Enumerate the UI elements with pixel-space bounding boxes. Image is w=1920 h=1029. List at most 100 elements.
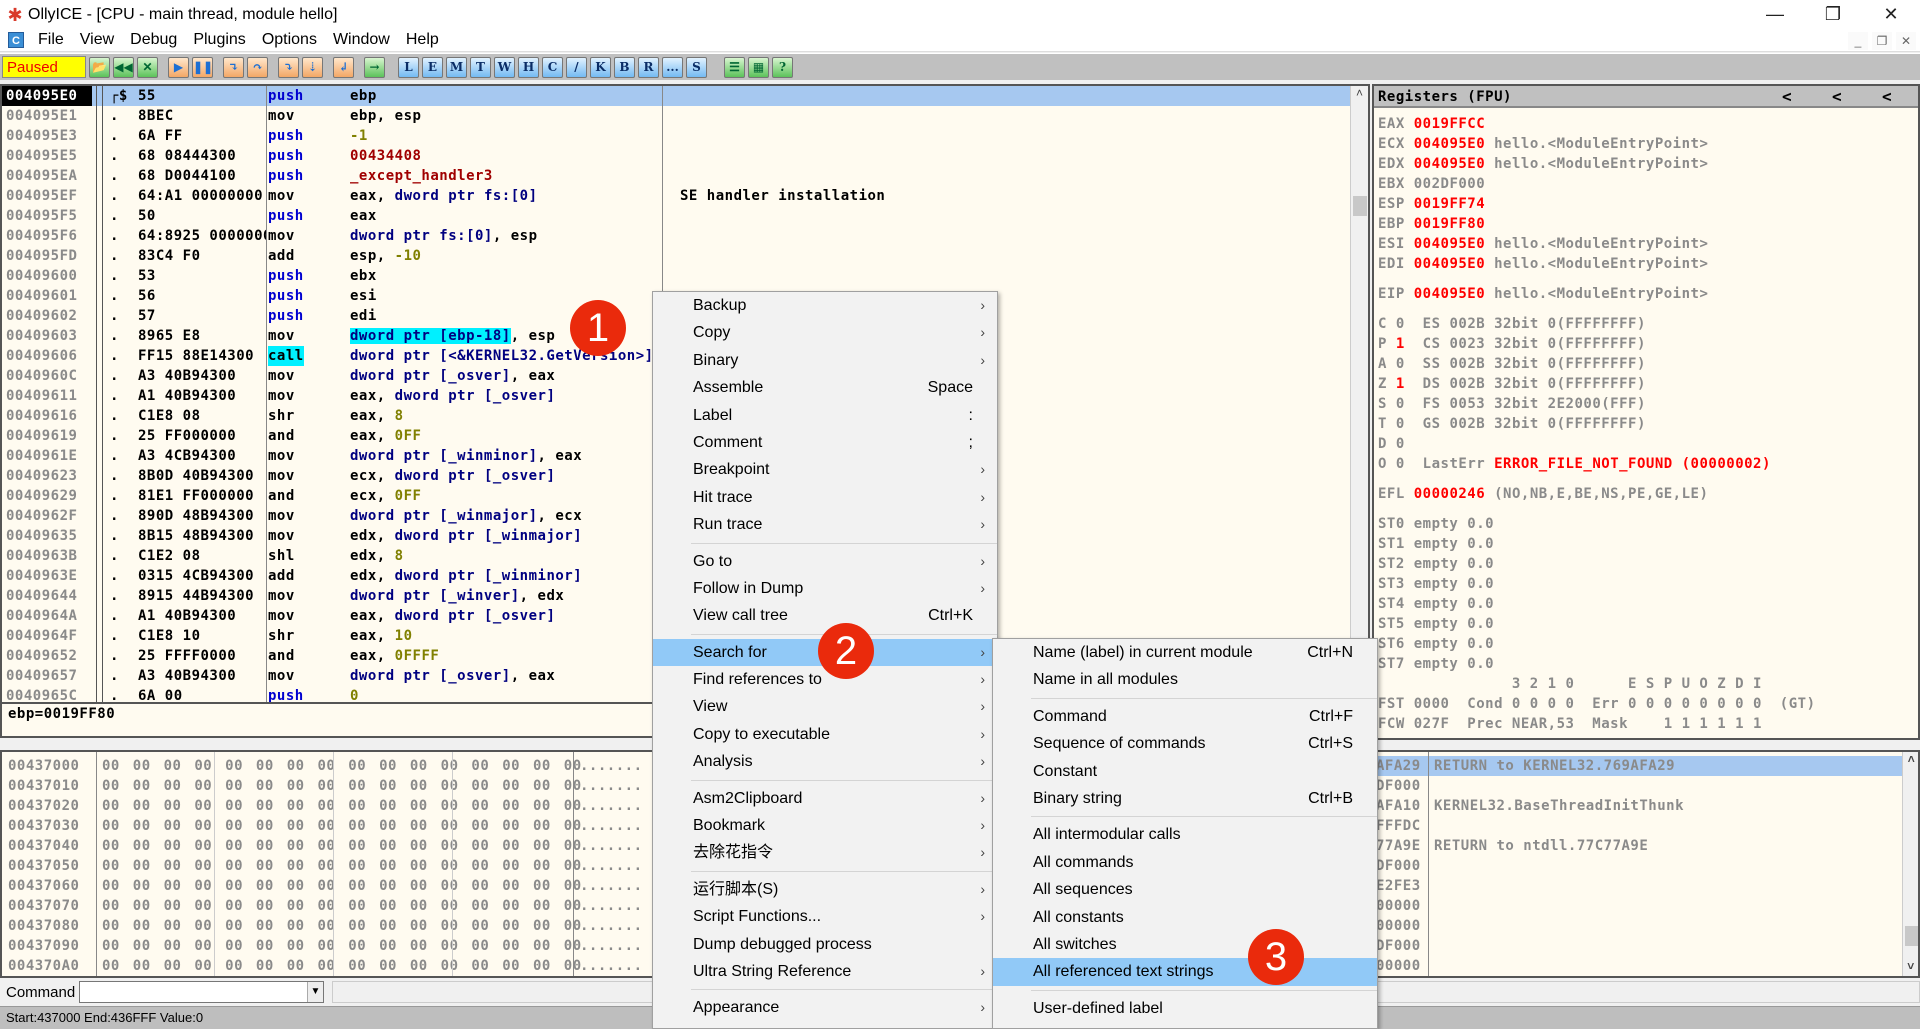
submenu-item-all-intermodular-calls[interactable]: All intermodular calls [993,821,1377,848]
stack-row[interactable]: DF000 [1374,856,1902,876]
pause-button[interactable]: ❚❚ [192,56,213,78]
goto-button[interactable]: → [364,56,385,78]
restore-button[interactable]: ❐ [1804,0,1862,29]
execute-till-return-button[interactable]: ↲ [333,56,354,78]
step-over-button[interactable]: ↷ [247,56,268,78]
fpu-header-row[interactable]: 3 2 1 0 E S P U O Z D I [1378,674,1762,694]
disasm-row[interactable]: 004095F5. 50 push eax [2,206,1352,226]
menu-item-breakpoint[interactable]: Breakpoint › [653,456,997,483]
register-row[interactable]: EAX 0019FFCC [1378,114,1494,134]
flag-row[interactable]: P 1 CS 0023 32bit 0(FFFFFFFF) [1378,334,1646,354]
stack-row[interactable]: 77A9E RETURN to ntdll.77C77A9E [1374,836,1902,856]
menu-item-analysis[interactable]: Analysis › [653,748,997,775]
menu-item-view[interactable]: View › [653,693,997,720]
flag-row[interactable]: S 0 FS 0053 32bit 2E2000(FFF) [1378,394,1646,414]
registers-header[interactable]: Registers (FPU) < < < [1374,86,1918,108]
fst-row[interactable]: FST 0000 Cond 0 0 0 0 Err 0 0 0 0 0 0 0 … [1378,694,1816,714]
disasm-row[interactable]: 004095E1. 8BEC mov ebp, esp [2,106,1352,126]
menu-item-backup[interactable]: Backup › [653,292,997,319]
window-button-h[interactable]: H [518,56,539,78]
menu-item-dump-debugged-process[interactable]: Dump debugged process [653,931,997,958]
disasm-row[interactable]: 004095E3. 6A FF push -1 [2,126,1352,146]
fpu-row[interactable]: ST3 empty 0.0 [1378,574,1494,594]
submenu-item-constant[interactable]: Constant [993,758,1377,785]
stack-row[interactable]: AFA10 KERNEL32.BaseThreadInitThunk [1374,796,1902,816]
window-button-l[interactable]: L [398,56,419,78]
submenu-item-name-in-all-modules[interactable]: Name in all modules [993,666,1377,693]
mdi-close-button[interactable]: ✕ [1896,32,1916,50]
submenu-item-binary-string[interactable]: Binary string Ctrl+B [993,785,1377,812]
chevron-left-icon[interactable]: < [1882,86,1892,108]
stack-row[interactable]: DF000 [1374,776,1902,796]
disasm-row[interactable]: 004095F6. 64:8925 00000000mov dword ptr fs… [2,226,1352,246]
menu-item-ultra-string-reference[interactable]: Ultra String Reference › [653,958,997,985]
menu-item-run-trace[interactable]: Run trace › [653,511,997,538]
disasm-row[interactable]: 004095E0 ┌$ 55 push ebp [2,86,1352,106]
menu-options[interactable]: Options [254,31,325,49]
list-button[interactable]: ☰ [724,56,745,78]
menu-item-item-3-2[interactable]: 去除花指令 › [653,839,997,866]
submenu-item-all-constants[interactable]: All constants [993,904,1377,931]
scroll-thumb[interactable] [1353,196,1367,216]
scroll-up-icon[interactable]: ˄ [1351,86,1368,100]
trace-over-button[interactable]: ⇣ [302,56,323,78]
register-row[interactable]: ESP 0019FF74 [1378,194,1494,214]
menu-help[interactable]: Help [398,31,447,49]
register-row[interactable]: ESI 004095E0 hello.<ModuleEntryPoint> [1378,234,1708,254]
memory-dump-pane[interactable]: 00437000 00 00 00 00 00 00 00 00 00 00 00… [0,750,660,978]
fpu-row[interactable]: ST0 empty 0.0 [1378,514,1494,534]
window-button-more[interactable]: ... [662,56,683,78]
menu-item-hit-trace[interactable]: Hit trace › [653,484,997,511]
window-button-w[interactable]: W [494,56,515,78]
submenu-item-all-referenced-text-strings[interactable]: All referenced text strings [993,958,1377,986]
menu-item-copy[interactable]: Copy › [653,319,997,346]
stack-scrollbar[interactable]: ˄ ˅ [1902,752,1918,976]
stack-row[interactable]: 00000 [1374,896,1902,916]
menu-item-script-functions[interactable]: Script Functions... › [653,903,997,930]
stack-row[interactable]: DF000 [1374,936,1902,956]
register-row[interactable]: EDI 004095E0 hello.<ModuleEntryPoint> [1378,254,1708,274]
chevron-left-icon[interactable]: < [1782,86,1792,108]
menu-item-asm2clipboard[interactable]: Asm2Clipboard › [653,785,997,812]
submenu-item-all-switches[interactable]: All switches [993,931,1377,958]
fcw-row[interactable]: FCW 027F Prec NEAR,53 Mask 1 1 1 1 1 1 [1378,714,1762,734]
disasm-row[interactable]: 004095E5. 68 08444300 push 00434408 [2,146,1352,166]
menu-item-view-call-tree[interactable]: View call tree Ctrl+K [653,602,997,629]
flag-row[interactable]: Z 1 DS 002B 32bit 0(FFFFFFFF) [1378,374,1646,394]
menu-view[interactable]: View [72,31,122,49]
step-into-button[interactable]: ↴ [223,56,244,78]
fpu-row[interactable]: ST1 empty 0.0 [1378,534,1494,554]
flag-row[interactable]: A 0 SS 002B 32bit 0(FFFFFFFF) [1378,354,1646,374]
menu-item-comment[interactable]: Comment; [653,429,997,456]
eip-row[interactable]: EIP 004095E0 hello.<ModuleEntryPoint> [1378,284,1708,304]
menu-item-follow-in-dump[interactable]: Follow in Dump › [653,575,997,602]
stack-row[interactable]: AFA29 RETURN to KERNEL32.769AFA29 [1374,756,1902,776]
menu-item-assemble[interactable]: Assemble Space [653,374,997,401]
help-button[interactable]: ? [772,56,793,78]
menu-item-s[interactable]: 运行脚本(S) › [653,876,997,903]
scroll-thumb[interactable] [1905,926,1918,946]
disasm-row[interactable]: 004095EA. 68 D0044100 push _except_handler3 [2,166,1352,186]
submenu-item-all-sequences[interactable]: All sequences [993,876,1377,903]
menu-debug[interactable]: Debug [122,31,185,49]
window-button-m[interactable]: M [446,56,467,78]
register-row[interactable]: EDX 004095E0 hello.<ModuleEntryPoint> [1378,154,1708,174]
restart-button[interactable]: ◀◀ [113,56,134,78]
run-button[interactable]: ▶ [168,56,189,78]
menu-item-bookmark[interactable]: Bookmark › [653,812,997,839]
stack-row[interactable]: 00000 [1374,916,1902,936]
window-button-slash[interactable]: / [566,56,587,78]
scroll-down-icon[interactable]: ˅ [1903,959,1918,974]
menu-file[interactable]: File [30,31,72,49]
menu-window[interactable]: Window [325,31,398,49]
fpu-row[interactable]: ST7 empty 0.0 [1378,654,1494,674]
fpu-row[interactable]: ST2 empty 0.0 [1378,554,1494,574]
registers-pane[interactable]: Registers (FPU) < < < EAX 0019FFCC ECX 0… [1372,84,1920,740]
fpu-row[interactable]: ST4 empty 0.0 [1378,594,1494,614]
disassembly-scrollbar[interactable]: ˄ [1350,86,1368,702]
window-button-b[interactable]: B [614,56,635,78]
menu-item-appearance[interactable]: Appearance › [653,994,997,1021]
flag-row[interactable]: O 0 LastErr ERROR_FILE_NOT_FOUND (000000… [1378,454,1771,474]
fpu-row[interactable]: ST5 empty 0.0 [1378,614,1494,634]
menu-item-go-to[interactable]: Go to › [653,548,997,575]
